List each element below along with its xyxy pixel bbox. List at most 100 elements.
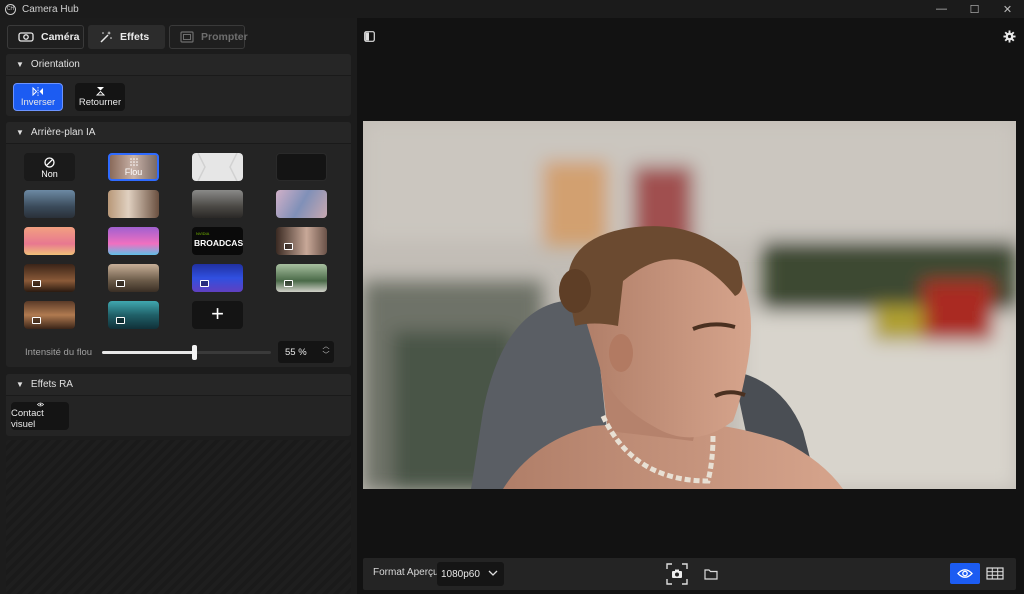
background-kitchen-option[interactable] xyxy=(192,190,243,218)
background-none-option[interactable]: Non xyxy=(24,153,75,181)
background-plants-option[interactable] xyxy=(276,264,327,292)
blur-intensity-spinner[interactable]: ︿ ﹀ xyxy=(320,342,332,360)
flip-vertical-label: Retourner xyxy=(78,97,122,108)
background-purple-room-option[interactable] xyxy=(108,227,159,255)
screenshot-button[interactable] xyxy=(666,563,688,585)
minimize-button[interactable]: — xyxy=(925,0,958,18)
title-bar: CH Camera Hub — ☐ ✕ xyxy=(0,0,1024,18)
ai-background-section: ▼ Arrière-plan IA Non Flou NVIDIA BROADC… xyxy=(6,122,351,367)
tab-camera[interactable]: Caméra xyxy=(7,25,84,49)
sidebar-toggle-icon xyxy=(363,30,375,42)
blur-intensity-input[interactable]: 55 % ︿ ﹀ xyxy=(278,341,334,363)
preview-format-value: 1080p60 xyxy=(441,568,480,580)
chevron-down-icon xyxy=(488,570,498,576)
view-preview-button[interactable] xyxy=(950,563,980,584)
preview-toolbar: Format Aperçu 1080p60 xyxy=(363,558,1016,590)
tab-bar: Caméra Effets Prompter xyxy=(7,25,248,49)
background-living-room-option[interactable] xyxy=(108,264,159,292)
blur-intensity-label: Intensité du flou xyxy=(25,346,93,358)
tab-effects-label: Effets xyxy=(120,31,150,43)
ar-effects-header[interactable]: ▼ Effets RA xyxy=(6,374,351,396)
nvidia-logo-text: NVIDIA xyxy=(196,231,210,236)
camera-preview xyxy=(363,121,1016,489)
chevron-up-icon[interactable]: ︿ xyxy=(320,342,332,351)
video-icon xyxy=(116,317,125,324)
blur-intensity-row: Intensité du flou 55 % ︿ ﹀ xyxy=(25,341,345,363)
left-panel: Caméra Effets Prompter ▼ Orientation Inv… xyxy=(0,18,357,594)
background-blur-option[interactable]: Flou xyxy=(108,153,159,181)
background-pink-room-option[interactable] xyxy=(24,227,75,255)
orientation-title: Orientation xyxy=(30,59,80,70)
eye-contact-label: Contact visuel xyxy=(11,408,44,430)
toggle-sidebar-button[interactable] xyxy=(363,30,375,42)
blur-intensity-handle[interactable] xyxy=(192,344,198,360)
broadcast-label: BROADCAST xyxy=(194,238,243,248)
orientation-section: ▼ Orientation Inverser Retourner xyxy=(6,54,351,116)
no-entry-icon xyxy=(44,157,55,168)
eye-contact-icon xyxy=(36,402,44,407)
plus-icon: + xyxy=(211,301,224,326)
add-background-button[interactable]: + xyxy=(192,301,243,329)
prompter-icon xyxy=(180,31,194,43)
tab-prompter-label: Prompter xyxy=(201,31,248,43)
tab-prompter[interactable]: Prompter xyxy=(169,25,248,49)
flip-horizontal-button[interactable]: Inverser xyxy=(13,83,63,111)
background-study-option[interactable] xyxy=(108,190,159,218)
background-lounge-option[interactable] xyxy=(24,264,75,292)
camera-preview-image xyxy=(363,121,1016,489)
flip-vertical-button[interactable]: Retourner xyxy=(75,83,125,111)
collapse-triangle-icon: ▼ xyxy=(16,380,24,389)
app-title: Camera Hub xyxy=(22,3,79,15)
background-none-label: Non xyxy=(41,169,58,179)
blur-intensity-value: 55 % xyxy=(285,346,307,358)
white-background-pattern xyxy=(197,153,238,181)
ai-background-title: Arrière-plan IA xyxy=(30,127,96,138)
video-icon xyxy=(284,280,293,287)
background-cozy-room-option[interactable] xyxy=(276,227,327,255)
empty-panel-area xyxy=(6,440,351,594)
blur-intensity-slider[interactable] xyxy=(102,344,271,360)
background-white-option[interactable] xyxy=(192,153,243,181)
background-teal-room-option[interactable] xyxy=(108,301,159,329)
video-icon xyxy=(284,243,293,250)
open-folder-button[interactable] xyxy=(703,566,719,582)
ar-effects-section: ▼ Effets RA Contact visuel xyxy=(6,374,351,436)
grid-icon xyxy=(986,567,1004,580)
orientation-header[interactable]: ▼ Orientation xyxy=(6,54,351,76)
flip-vertical-icon xyxy=(95,87,105,96)
magic-wand-icon xyxy=(100,31,112,43)
background-broadcast-option[interactable]: NVIDIA BROADCAST xyxy=(192,227,243,255)
video-icon xyxy=(200,280,209,287)
camera-icon xyxy=(18,32,34,42)
ar-effects-title: Effets RA xyxy=(30,379,73,390)
flip-horizontal-label: Inverser xyxy=(20,96,56,108)
background-pastel-room-option[interactable] xyxy=(276,190,327,218)
blur-intensity-fill xyxy=(102,350,195,354)
collapse-triangle-icon: ▼ xyxy=(16,60,24,69)
video-icon xyxy=(32,280,41,287)
settings-button[interactable] xyxy=(1002,29,1016,43)
chevron-down-icon[interactable]: ﹀ xyxy=(320,351,332,360)
close-button[interactable]: ✕ xyxy=(991,0,1024,18)
preview-format-select[interactable]: 1080p60 xyxy=(437,562,504,586)
video-icon xyxy=(32,317,41,324)
background-warm-room-option[interactable] xyxy=(24,301,75,329)
background-black-option[interactable] xyxy=(276,153,327,181)
video-icon xyxy=(116,280,125,287)
flip-horizontal-icon xyxy=(32,86,43,96)
background-office-blue-option[interactable] xyxy=(24,190,75,218)
collapse-triangle-icon: ▼ xyxy=(16,128,24,137)
folder-icon xyxy=(704,569,718,580)
background-neon-option[interactable] xyxy=(192,264,243,292)
preview-format-label: Format Aperçu xyxy=(373,567,439,578)
preview-panel: Format Aperçu 1080p60 xyxy=(357,18,1024,594)
tab-effects[interactable]: Effets xyxy=(88,25,165,49)
app-logo-icon: CH xyxy=(5,3,16,15)
eye-contact-button[interactable]: Contact visuel xyxy=(11,402,69,430)
gear-icon xyxy=(1002,29,1016,43)
eye-icon xyxy=(957,569,973,578)
ai-background-header[interactable]: ▼ Arrière-plan IA xyxy=(6,122,351,144)
maximize-button[interactable]: ☐ xyxy=(958,0,991,18)
window-controls: — ☐ ✕ xyxy=(925,0,1024,18)
view-grid-button[interactable] xyxy=(980,563,1010,584)
